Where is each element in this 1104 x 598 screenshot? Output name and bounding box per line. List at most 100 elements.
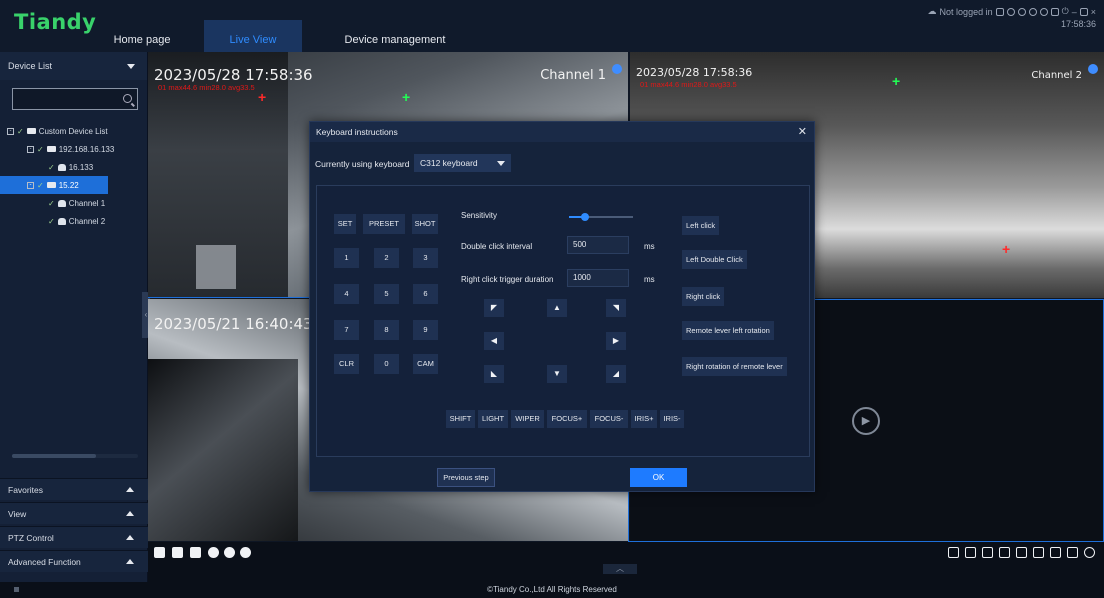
- layout-custom-icon[interactable]: [1067, 547, 1078, 558]
- message-icon[interactable]: [995, 7, 1004, 16]
- login-status[interactable]: Not logged in: [940, 7, 993, 17]
- key-5[interactable]: 5: [374, 284, 399, 304]
- key-1[interactable]: 1: [334, 248, 359, 268]
- collapse-icon[interactable]: -: [7, 127, 14, 135]
- chevron-up-icon[interactable]: [126, 487, 134, 492]
- keyboard-select[interactable]: C312 keyboard: [414, 154, 511, 172]
- tree-scrollbar[interactable]: [12, 454, 96, 458]
- arrow-down-left-button[interactable]: ◣: [484, 365, 504, 383]
- layout-4-icon[interactable]: [965, 547, 976, 558]
- help-icon[interactable]: [1028, 7, 1037, 16]
- arrow-left-button[interactable]: ◀: [484, 332, 504, 350]
- minimize-icon[interactable]: –: [1072, 7, 1077, 17]
- check-icon[interactable]: ✓: [48, 217, 55, 226]
- arrow-up-button[interactable]: ▲: [547, 299, 567, 317]
- close-window-icon[interactable]: ×: [1091, 7, 1096, 17]
- key-light[interactable]: LIGHT: [478, 410, 508, 428]
- key-2[interactable]: 2: [374, 248, 399, 268]
- key-iris-minus[interactable]: IRIS-: [660, 410, 684, 428]
- key-4[interactable]: 4: [334, 284, 359, 304]
- tree-item-custom-device-list[interactable]: - ✓ Custom Device List: [0, 122, 148, 140]
- layout-1-icon[interactable]: [948, 547, 959, 558]
- key-0[interactable]: 0: [374, 354, 399, 374]
- key-focus-minus[interactable]: FOCUS-: [590, 410, 628, 428]
- power-icon[interactable]: ⏻: [1062, 6, 1069, 17]
- key-focus-plus[interactable]: FOCUS+: [547, 410, 587, 428]
- maximize-icon[interactable]: [1079, 7, 1088, 16]
- tree-item-192-168-16-133[interactable]: - ✓ 192.168.16.133: [0, 140, 148, 158]
- check-icon[interactable]: ✓: [37, 181, 44, 190]
- key-wiper[interactable]: WIPER: [511, 410, 544, 428]
- previous-step-button[interactable]: Previous step: [437, 468, 495, 487]
- key-cam[interactable]: CAM: [413, 354, 438, 374]
- key-clr[interactable]: CLR: [334, 354, 359, 374]
- key-preset[interactable]: PRESET: [363, 214, 405, 234]
- arrow-right-button[interactable]: ▶: [606, 332, 626, 350]
- layout-13-icon[interactable]: [1033, 547, 1044, 558]
- collapse-icon[interactable]: -: [27, 181, 34, 189]
- section-favorites[interactable]: Favorites: [0, 478, 148, 500]
- close-icon[interactable]: ✕: [798, 125, 807, 138]
- lock-icon[interactable]: [1050, 7, 1059, 16]
- tree-item-16-133[interactable]: ✓ 16.133: [0, 158, 148, 176]
- search-icon[interactable]: [123, 94, 132, 103]
- toolbar-expand-handle[interactable]: ︿: [603, 564, 637, 574]
- talk-icon[interactable]: [190, 547, 201, 558]
- layout-6-icon[interactable]: [982, 547, 993, 558]
- double-click-input[interactable]: 500: [567, 236, 629, 254]
- device-list-header[interactable]: Device List: [0, 52, 147, 80]
- chevron-up-icon[interactable]: [126, 559, 134, 564]
- device-search[interactable]: [12, 88, 138, 110]
- chevron-up-icon[interactable]: [126, 511, 134, 516]
- sensitivity-slider-knob[interactable]: [581, 213, 589, 221]
- settings-icon[interactable]: [1017, 7, 1026, 16]
- section-advanced-function[interactable]: Advanced Function: [0, 550, 148, 572]
- key-set[interactable]: SET: [334, 214, 356, 234]
- fullscreen-icon[interactable]: [1084, 547, 1095, 558]
- zoom-icon[interactable]: [224, 547, 235, 558]
- action-left-click[interactable]: Left click: [682, 216, 720, 235]
- chevron-down-icon[interactable]: [127, 63, 135, 69]
- chevron-down-icon[interactable]: [497, 161, 505, 166]
- key-shot[interactable]: SHOT: [412, 214, 438, 234]
- info-icon[interactable]: [1039, 7, 1048, 16]
- tab-home-page[interactable]: Home page: [104, 20, 180, 52]
- arrow-up-right-button[interactable]: ◥: [606, 299, 626, 317]
- collapse-icon[interactable]: -: [27, 145, 34, 153]
- action-remote-lever-left-rotation[interactable]: Remote lever left rotation: [682, 321, 774, 340]
- section-ptz-control[interactable]: PTZ Control: [0, 526, 148, 548]
- group-icon[interactable]: [172, 547, 183, 558]
- key-shift[interactable]: SHIFT: [446, 410, 475, 428]
- action-right-click[interactable]: Right click: [682, 287, 725, 306]
- location-icon[interactable]: [208, 547, 219, 558]
- check-icon[interactable]: ✓: [48, 163, 55, 172]
- chevron-up-icon[interactable]: [126, 535, 134, 540]
- cloud-icon[interactable]: ☁: [928, 6, 937, 17]
- key-6[interactable]: 6: [413, 284, 438, 304]
- snapshot-icon[interactable]: [154, 547, 165, 558]
- tab-live-view[interactable]: Live View: [204, 20, 302, 52]
- arrow-up-left-button[interactable]: ◤: [484, 299, 504, 317]
- check-icon[interactable]: ✓: [17, 127, 24, 136]
- layout-8-icon[interactable]: [999, 547, 1010, 558]
- check-icon[interactable]: ✓: [48, 199, 55, 208]
- user-icon[interactable]: [1006, 7, 1015, 16]
- ok-button[interactable]: OK: [630, 468, 687, 487]
- device-search-input[interactable]: [13, 89, 121, 109]
- sensitivity-slider[interactable]: [569, 213, 633, 221]
- key-iris-plus[interactable]: IRIS+: [631, 410, 657, 428]
- key-3[interactable]: 3: [413, 248, 438, 268]
- layout-9-icon[interactable]: [1016, 547, 1027, 558]
- check-icon[interactable]: ✓: [37, 145, 44, 154]
- right-click-input[interactable]: 1000: [567, 269, 629, 287]
- section-view[interactable]: View: [0, 502, 148, 524]
- key-9[interactable]: 9: [413, 320, 438, 340]
- key-7[interactable]: 7: [334, 320, 359, 340]
- tree-item-channel-1[interactable]: ✓ Channel 1: [0, 194, 148, 212]
- tree-item-channel-2[interactable]: ✓ Channel 2: [0, 212, 148, 230]
- layout-16-icon[interactable]: [1050, 547, 1061, 558]
- color-icon[interactable]: [240, 547, 251, 558]
- action-left-double-click[interactable]: Left Double Click: [682, 250, 747, 269]
- key-8[interactable]: 8: [374, 320, 399, 340]
- action-remote-lever-right-rotation[interactable]: Right rotation of remote lever: [682, 357, 787, 376]
